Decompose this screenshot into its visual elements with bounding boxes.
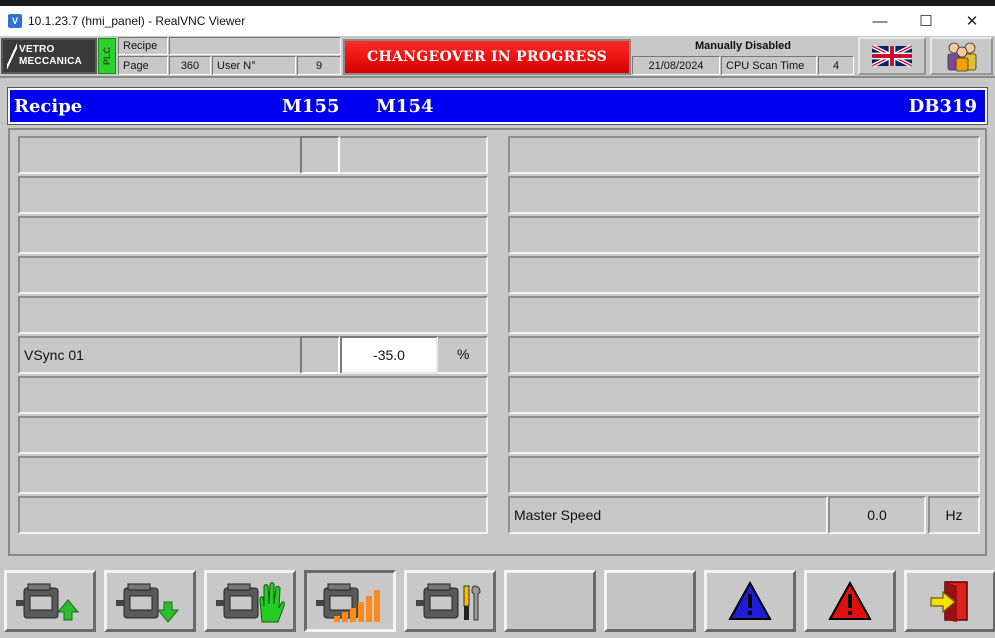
right-row-1 bbox=[508, 136, 980, 174]
users-icon bbox=[947, 42, 976, 72]
right-row-6 bbox=[508, 336, 980, 374]
exit-door-icon bbox=[930, 581, 968, 622]
plc-status-indicator: PLC bbox=[98, 38, 116, 74]
motor-manual-hand-icon bbox=[216, 582, 285, 623]
vnc-window: V 10.1.23.7 (hmi_panel) - RealVNC Viewer… bbox=[0, 0, 995, 638]
band-title: Recipe bbox=[14, 96, 83, 117]
cpu-scan-label: CPU Scan Time bbox=[721, 56, 817, 75]
motor-maintenance-tools-icon bbox=[416, 583, 481, 621]
right-row-4 bbox=[508, 256, 980, 294]
left-row-5 bbox=[18, 296, 488, 334]
company-logo: VETRO MECCANICA bbox=[1, 38, 97, 74]
left-row-2 bbox=[18, 176, 488, 214]
mode-status-text: Manually Disabled bbox=[695, 40, 791, 52]
motor-speed-button[interactable] bbox=[304, 570, 396, 632]
master-speed-row: Master Speed bbox=[508, 496, 828, 534]
band-code-m155: M155 bbox=[282, 96, 340, 117]
page-label: Page bbox=[118, 56, 168, 75]
left-row-3 bbox=[18, 216, 488, 254]
close-button[interactable]: ✕ bbox=[949, 6, 995, 36]
warnings-button[interactable] bbox=[704, 570, 796, 632]
plc-label: PLC bbox=[102, 47, 112, 65]
right-row-2 bbox=[508, 176, 980, 214]
motor-maintenance-button[interactable] bbox=[404, 570, 496, 632]
cpu-scan-value: 4 bbox=[818, 56, 854, 75]
bottom-toolbar bbox=[0, 560, 995, 638]
date-display: 21/08/2024 bbox=[632, 56, 720, 75]
vsync-label: VSync 01 bbox=[24, 347, 84, 363]
vsync-indicator bbox=[300, 336, 340, 374]
right-row-9 bbox=[508, 456, 980, 494]
blank-button-1[interactable] bbox=[504, 570, 596, 632]
users-button[interactable] bbox=[930, 37, 993, 75]
right-row-7 bbox=[508, 376, 980, 414]
alarms-button[interactable] bbox=[804, 570, 896, 632]
left-row-7 bbox=[18, 376, 488, 414]
blue-warning-icon bbox=[728, 581, 772, 620]
left-row-1 bbox=[18, 136, 488, 174]
right-row-3 bbox=[508, 216, 980, 254]
changeover-status-banner: CHANGEOVER IN PROGRESS bbox=[343, 39, 631, 75]
uk-flag-icon bbox=[872, 45, 912, 67]
hmi-header: VETRO MECCANICA PLC Recipe Page 360 User… bbox=[0, 36, 995, 78]
window-titlebar: V 10.1.23.7 (hmi_panel) - RealVNC Viewer… bbox=[0, 0, 995, 36]
window-title: 10.1.23.7 (hmi_panel) - RealVNC Viewer bbox=[28, 14, 246, 28]
left-row-10 bbox=[18, 496, 488, 534]
vsync-value-field[interactable]: -35.0 bbox=[340, 336, 438, 374]
motor-up-button[interactable] bbox=[4, 570, 96, 632]
motor-down-arrow-icon bbox=[116, 583, 180, 623]
vnc-icon: V bbox=[8, 14, 22, 28]
master-speed-unit: Hz bbox=[928, 496, 980, 534]
motor-manual-button[interactable] bbox=[204, 570, 296, 632]
left-row-8 bbox=[18, 416, 488, 454]
red-alarm-icon bbox=[828, 581, 872, 620]
logo-slash-icon bbox=[7, 43, 17, 69]
minimize-button[interactable]: — bbox=[857, 6, 903, 36]
right-row-5 bbox=[508, 296, 980, 334]
language-button[interactable] bbox=[858, 37, 926, 75]
window-controls: — ☐ ✕ bbox=[857, 6, 995, 36]
user-label: User N° bbox=[212, 56, 296, 75]
recipe-title-band: Recipe M155 M154 DB319 bbox=[7, 87, 988, 125]
user-value: 9 bbox=[297, 56, 341, 75]
motor-speed-ramp-icon bbox=[316, 583, 380, 622]
motor-down-button[interactable] bbox=[104, 570, 196, 632]
blank-button-2[interactable] bbox=[604, 570, 696, 632]
band-db-number: DB319 bbox=[908, 96, 977, 117]
recipe-value bbox=[169, 37, 341, 55]
vsync-unit: % bbox=[457, 346, 470, 362]
logo-line2: MECCANICA bbox=[19, 56, 82, 67]
left-row-4 bbox=[18, 256, 488, 294]
master-speed-label: Master Speed bbox=[514, 507, 602, 523]
maximize-button[interactable]: ☐ bbox=[903, 6, 949, 36]
logo-line1: VETRO bbox=[19, 44, 55, 55]
right-row-8 bbox=[508, 416, 980, 454]
recipe-label: Recipe bbox=[118, 37, 168, 55]
exit-button[interactable] bbox=[904, 570, 995, 632]
master-speed-value: 0.0 bbox=[828, 496, 926, 534]
page-value: 360 bbox=[169, 56, 211, 75]
motor-up-arrow-icon bbox=[16, 583, 80, 621]
left-row-9 bbox=[18, 456, 488, 494]
band-code-m154: M154 bbox=[376, 96, 434, 117]
left-row-1-indicator bbox=[300, 136, 340, 174]
recipe-parameters-panel: VSync 01 -35.0 % Master Speed 0.0 Hz bbox=[8, 128, 987, 556]
